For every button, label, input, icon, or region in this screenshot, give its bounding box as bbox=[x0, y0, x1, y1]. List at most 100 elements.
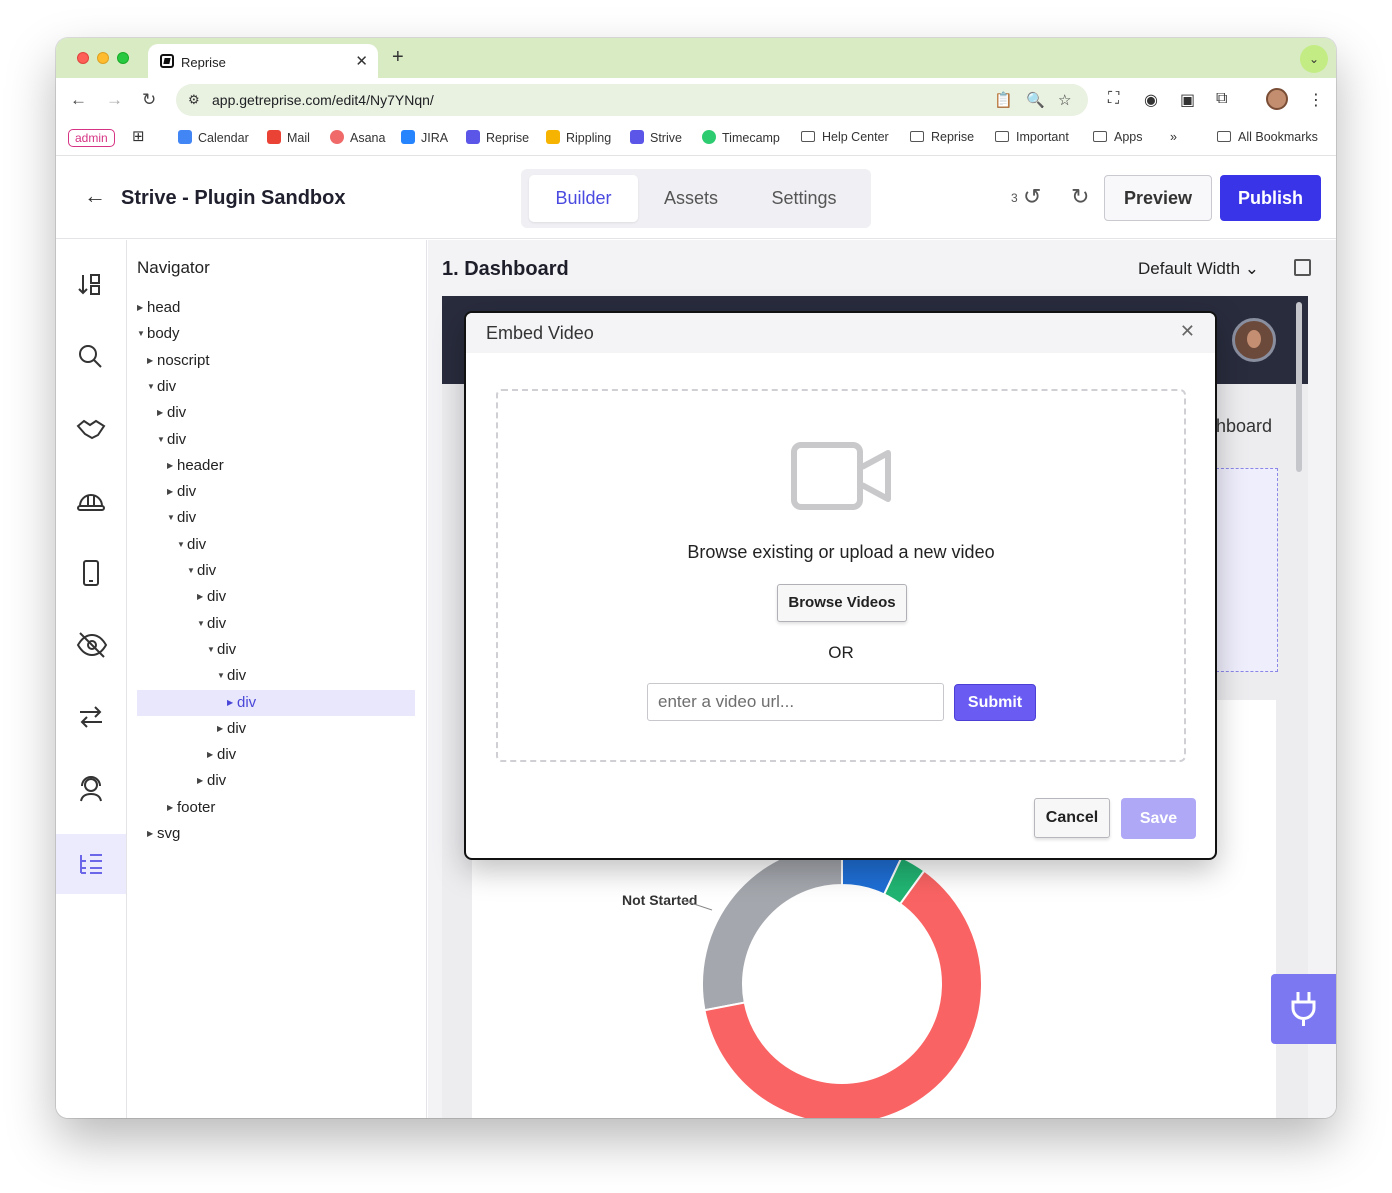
rail-support[interactable] bbox=[56, 758, 126, 818]
close-window-button[interactable] bbox=[77, 52, 89, 64]
reload-icon[interactable]: ↻ bbox=[142, 90, 156, 110]
tree-node[interactable]: ▶ footer bbox=[137, 795, 415, 821]
caret-down-icon[interactable]: ▼ bbox=[147, 374, 157, 400]
caret-down-icon[interactable]: ▼ bbox=[177, 532, 187, 558]
caret-right-icon[interactable]: ▶ bbox=[227, 690, 237, 716]
tab-search-button[interactable]: ⌄ bbox=[1300, 45, 1328, 73]
url-text[interactable]: app.getreprise.com/edit4/Ny7YNqn/ bbox=[212, 92, 434, 108]
close-icon[interactable]: ✕ bbox=[1180, 321, 1195, 342]
rail-sort[interactable] bbox=[56, 254, 126, 314]
caret-down-icon[interactable]: ▼ bbox=[217, 663, 227, 689]
caret-down-icon[interactable]: ▼ bbox=[137, 321, 147, 347]
cancel-button[interactable]: Cancel bbox=[1034, 798, 1110, 838]
rail-handshake[interactable] bbox=[56, 398, 126, 458]
tree-node[interactable]: ▶ noscript bbox=[137, 348, 415, 374]
save-button[interactable]: Save bbox=[1121, 798, 1196, 839]
tree-node[interactable]: ▼ div bbox=[137, 505, 415, 531]
tree-node[interactable]: ▼ div bbox=[137, 663, 415, 689]
bookmark-apps[interactable]: Apps bbox=[1093, 130, 1143, 144]
caret-right-icon[interactable]: ▶ bbox=[197, 768, 207, 794]
tree-node[interactable]: ▼ div bbox=[137, 637, 415, 663]
bookmark-timecamp[interactable]: Timecamp bbox=[702, 130, 780, 145]
browse-videos-button[interactable]: Browse Videos bbox=[777, 584, 907, 622]
clipboard-icon[interactable]: 📋 bbox=[994, 91, 1013, 109]
frame-icon[interactable] bbox=[1294, 259, 1311, 276]
submit-button[interactable]: Submit bbox=[954, 684, 1036, 721]
extension-icon[interactable]: ◉ bbox=[1144, 90, 1158, 110]
caret-down-icon[interactable]: ▼ bbox=[207, 637, 217, 663]
user-avatar[interactable] bbox=[1232, 318, 1276, 362]
tree-node[interactable]: ▶ header bbox=[137, 453, 415, 479]
donut-slice[interactable] bbox=[701, 842, 843, 1012]
bookmark-mail[interactable]: Mail bbox=[267, 130, 310, 145]
tree-node[interactable]: ▶ div bbox=[137, 742, 415, 768]
maximize-window-button[interactable] bbox=[117, 52, 129, 64]
tree-node[interactable]: ▶ div bbox=[137, 689, 415, 716]
video-url-input[interactable] bbox=[647, 683, 944, 721]
tree-node[interactable]: ▶ div bbox=[137, 716, 415, 742]
kebab-menu-icon[interactable]: ⋮ bbox=[1308, 90, 1324, 110]
caret-right-icon[interactable]: ▶ bbox=[147, 821, 157, 847]
caret-down-icon[interactable]: ▼ bbox=[157, 427, 167, 453]
site-settings-icon[interactable]: ⚙ bbox=[188, 92, 200, 108]
tree-node[interactable]: ▼ div bbox=[137, 611, 415, 637]
caret-right-icon[interactable]: ▶ bbox=[167, 795, 177, 821]
redo-icon[interactable]: ↻ bbox=[1071, 184, 1089, 210]
address-bar[interactable]: ⚙ app.getreprise.com/edit4/Ny7YNqn/ 📋 🔍 … bbox=[176, 84, 1088, 116]
all-bookmarks[interactable]: All Bookmarks bbox=[1217, 130, 1318, 144]
tree-node[interactable]: ▼ div bbox=[137, 427, 415, 453]
tree-node[interactable]: ▶ div bbox=[137, 768, 415, 794]
zoom-icon[interactable]: 🔍 bbox=[1026, 91, 1045, 109]
preview-button[interactable]: Preview bbox=[1104, 175, 1212, 221]
puzzle-icon[interactable]: ⧉ bbox=[1216, 90, 1227, 108]
bookmark-rippling[interactable]: Rippling bbox=[546, 130, 611, 145]
rail-mobile[interactable] bbox=[56, 542, 126, 602]
browser-tab[interactable]: Reprise ✕ bbox=[148, 44, 378, 78]
bookmark-important[interactable]: Important bbox=[995, 130, 1069, 144]
caret-down-icon[interactable]: ▼ bbox=[167, 505, 177, 531]
tree-node[interactable]: ▶ head bbox=[137, 295, 415, 321]
bookmark-jira[interactable]: JIRA bbox=[401, 130, 448, 145]
caret-right-icon[interactable]: ▶ bbox=[217, 716, 227, 742]
apps-grid-icon[interactable]: ⊞ bbox=[132, 127, 145, 145]
caret-right-icon[interactable]: ▶ bbox=[167, 479, 177, 505]
tree-node[interactable]: ▼ div bbox=[137, 558, 415, 584]
tab-close-icon[interactable]: ✕ bbox=[355, 52, 368, 70]
rail-navigator[interactable] bbox=[56, 834, 126, 894]
rail-swap[interactable] bbox=[56, 686, 126, 746]
rail-search[interactable] bbox=[56, 326, 126, 386]
tree-node[interactable]: ▶ div bbox=[137, 400, 415, 426]
rail-hide[interactable] bbox=[56, 614, 126, 674]
preview-scrollbar[interactable] bbox=[1296, 302, 1302, 472]
reprise-extension-icon[interactable]: ▣ bbox=[1180, 90, 1195, 110]
tree-node[interactable]: ▶ div bbox=[137, 479, 415, 505]
bookmarks-overflow[interactable]: » bbox=[1170, 130, 1177, 144]
caret-right-icon[interactable]: ▶ bbox=[167, 453, 177, 479]
caret-right-icon[interactable]: ▶ bbox=[207, 742, 217, 768]
bookmark-reprise[interactable]: Reprise bbox=[466, 130, 529, 145]
caret-right-icon[interactable]: ▶ bbox=[197, 584, 207, 610]
back-arrow-icon[interactable]: ← bbox=[84, 183, 106, 209]
tree-node[interactable]: ▼ body bbox=[137, 321, 415, 347]
star-icon[interactable]: ☆ bbox=[1058, 91, 1071, 109]
caret-right-icon[interactable]: ▶ bbox=[147, 348, 157, 374]
tab-builder[interactable]: Builder bbox=[529, 175, 638, 222]
caret-right-icon[interactable]: ▶ bbox=[157, 400, 167, 426]
rail-hard-hat[interactable] bbox=[56, 470, 126, 530]
caret-down-icon[interactable]: ▼ bbox=[197, 611, 207, 637]
caret-down-icon[interactable]: ▼ bbox=[187, 558, 197, 584]
minimize-window-button[interactable] bbox=[97, 52, 109, 64]
new-tab-button[interactable]: + bbox=[392, 46, 404, 69]
forward-icon[interactable]: → bbox=[106, 90, 123, 110]
caret-right-icon[interactable]: ▶ bbox=[137, 295, 147, 321]
publish-button[interactable]: Publish bbox=[1220, 175, 1321, 221]
screenshot-icon[interactable]: ⛶ bbox=[1108, 90, 1119, 108]
width-select[interactable]: Default Width ⌄ bbox=[1138, 259, 1259, 279]
bookmark-strive[interactable]: Strive bbox=[630, 130, 682, 145]
bookmark-reprise-folder[interactable]: Reprise bbox=[910, 130, 974, 144]
tree-node[interactable]: ▶ div bbox=[137, 584, 415, 610]
bookmark-calendar[interactable]: Calendar bbox=[178, 130, 249, 145]
back-icon[interactable]: ← bbox=[70, 90, 87, 110]
profile-avatar[interactable] bbox=[1266, 88, 1288, 110]
bookmark-asana[interactable]: Asana bbox=[330, 130, 385, 145]
